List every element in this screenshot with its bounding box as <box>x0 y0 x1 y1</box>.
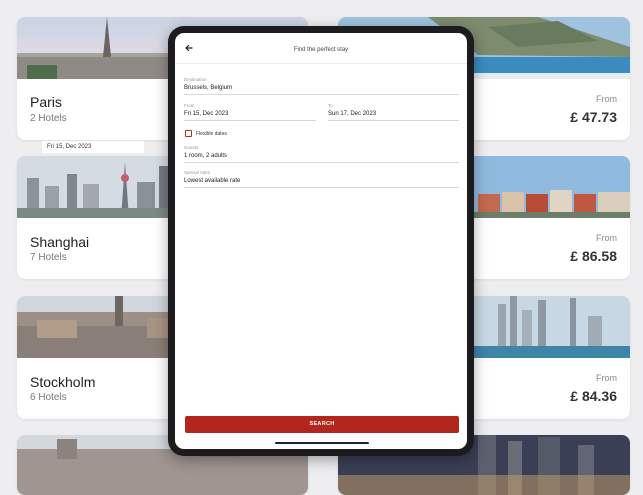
city-name: Shanghai <box>30 234 90 250</box>
destination-value: Brussels, Belgium <box>184 85 233 91</box>
guests-label: Guests <box>184 145 199 150</box>
hotel-count: 6 Hotels <box>30 392 67 403</box>
city-name: Paris <box>30 94 62 110</box>
date-chip: Fri 15, Dec 2023 <box>42 141 144 153</box>
hotel-count: 2 Hotels <box>30 113 67 124</box>
search-button[interactable]: SEARCH <box>185 416 459 433</box>
from-label: From <box>596 373 617 383</box>
from-label: From <box>184 103 195 108</box>
price: £ 86.58 <box>570 248 617 264</box>
special-rates-label: Special rates <box>184 170 211 175</box>
top-bar: Find the perfect stay <box>175 33 467 64</box>
divider <box>184 120 316 121</box>
from-value: Fri 15, Dec 2023 <box>184 111 229 117</box>
destination-field[interactable]: Destination Brussels, Belgium <box>184 77 459 95</box>
price: £ 47.73 <box>570 109 617 125</box>
flexible-dates-label[interactable]: Flexible dates <box>196 131 227 137</box>
to-value: Sun 17, Dec 2023 <box>328 111 377 117</box>
home-indicator <box>275 442 369 444</box>
search-screen: Find the perfect stay Destination Brusse… <box>175 33 467 449</box>
from-label: From <box>596 94 617 104</box>
special-rates-value: Lowest available rate <box>184 178 241 184</box>
divider <box>184 187 459 188</box>
guests-field[interactable]: Guests 1 room, 2 adults <box>184 145 459 163</box>
special-rates-field[interactable]: Special rates Lowest available rate <box>184 170 459 188</box>
divider <box>328 120 459 121</box>
divider <box>184 94 459 95</box>
to-date-field[interactable]: To Sun 17, Dec 2023 <box>328 103 459 121</box>
destination-label: Destination <box>184 77 207 82</box>
price: £ 84.36 <box>570 388 617 404</box>
to-label: To <box>328 103 333 108</box>
page-title: Find the perfect stay <box>293 47 349 53</box>
tablet-device: Find the perfect stay Destination Brusse… <box>168 26 474 456</box>
flexible-dates-checkbox[interactable] <box>185 130 192 137</box>
from-label: From <box>596 233 617 243</box>
guests-value: 1 room, 2 adults <box>184 153 228 159</box>
divider <box>184 162 459 163</box>
hotel-count: 7 Hotels <box>30 252 67 263</box>
city-name: Stockholm <box>30 374 96 390</box>
from-date-field[interactable]: From Fri 15, Dec 2023 <box>184 103 316 121</box>
